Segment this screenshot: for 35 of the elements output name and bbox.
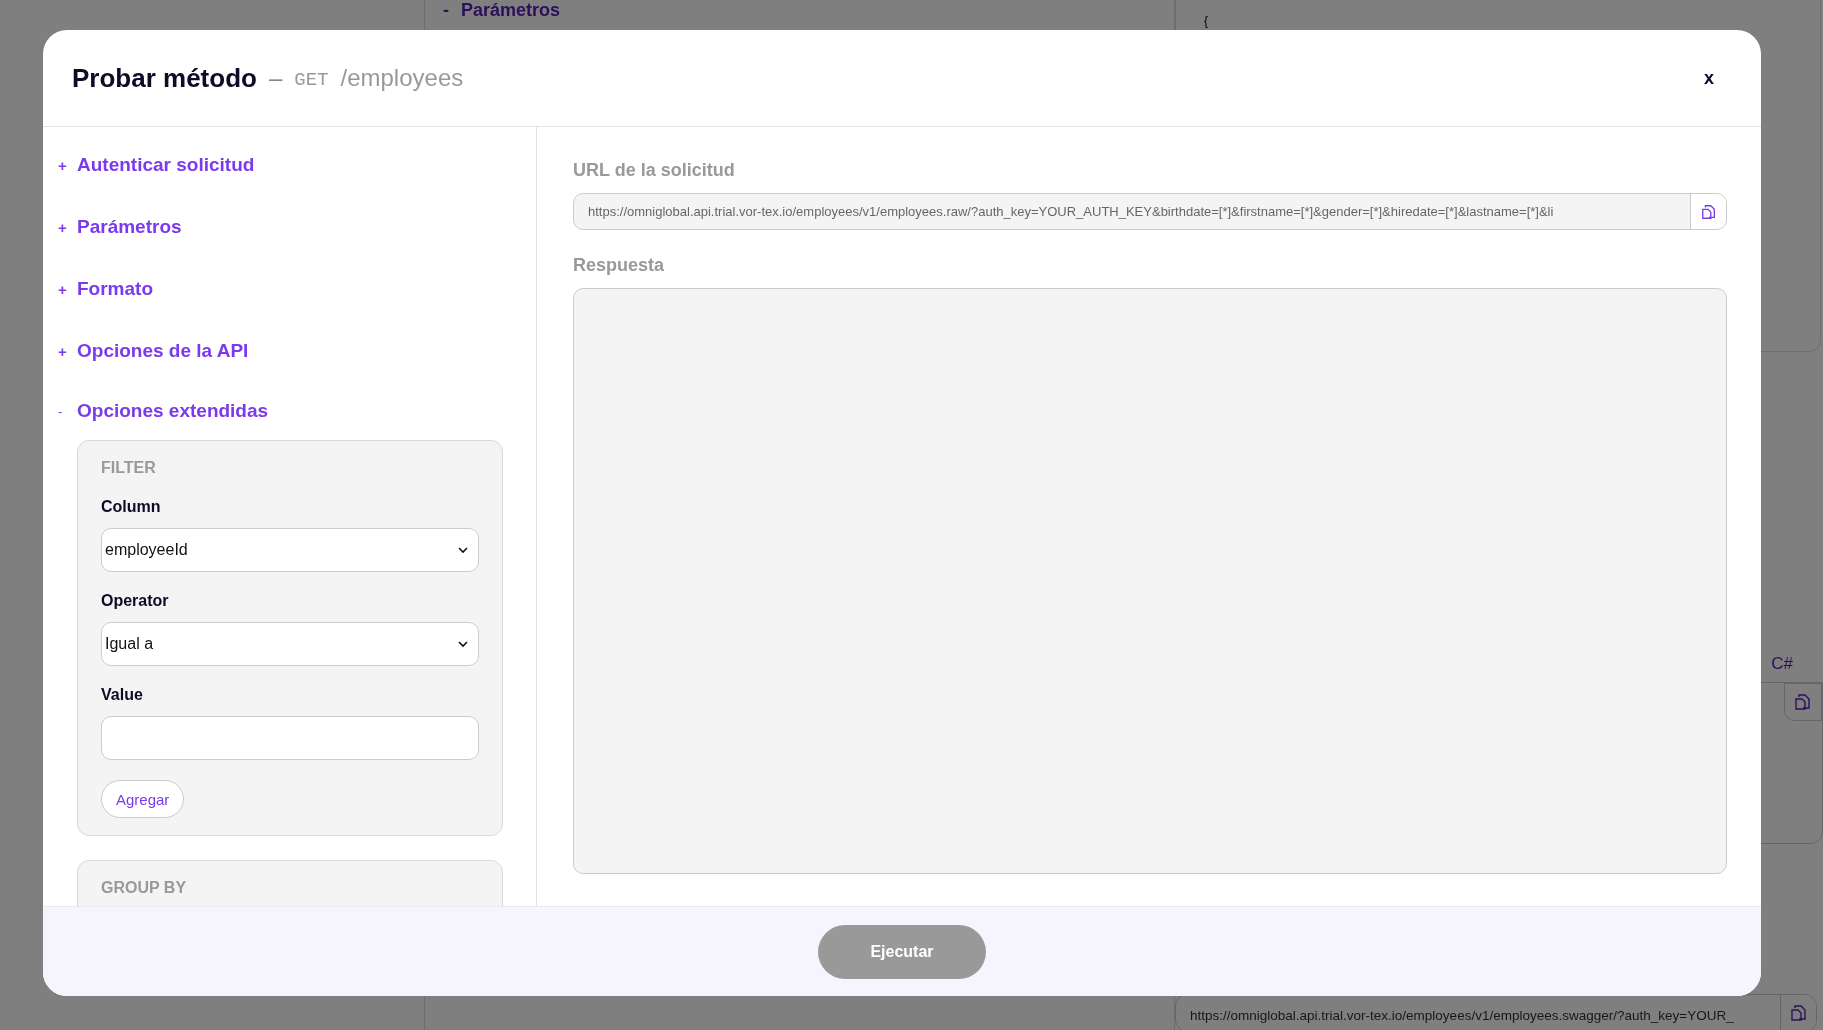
panel-title: GROUP BY [101, 879, 188, 897]
endpoint-path: /employees [340, 64, 464, 92]
url-field[interactable]: https://omniglobal.api.trial.vor-tex.io/employees/v1/employees.raw/?auth_key=YOUR_AUTH_KEY&birthdate=[*]&firstname=[*]&gender=[*]&hiredate=[*]&lastname=[*]&li [573, 193, 1727, 230]
accordion-header[interactable]: + Parámetros [58, 196, 182, 258]
accordion-header[interactable]: + Formato [58, 258, 153, 320]
accordion-header[interactable]: - Opciones extendidas [58, 382, 269, 440]
copy-icon [1700, 203, 1717, 220]
add-button[interactable]: Agregar [101, 780, 185, 818]
copy-icon [1789, 1004, 1808, 1022]
dropdown[interactable]: employeeId [101, 528, 479, 572]
copy-button[interactable] [1690, 194, 1726, 229]
field-label: Respuesta [573, 255, 666, 276]
section-heading[interactable]: Parámetros [461, 0, 561, 21]
panel-title: FILTER [101, 459, 157, 477]
copy-icon [1794, 693, 1812, 711]
input-field[interactable] [101, 716, 479, 760]
chevron-down-icon [458, 546, 468, 554]
copy-button[interactable] [1784, 683, 1822, 721]
language-tab[interactable]: C# [1771, 654, 1793, 674]
copy-button[interactable] [1780, 995, 1816, 1030]
http-method: GET [294, 69, 329, 91]
field-label: Value [101, 686, 144, 704]
close-button[interactable]: x [1696, 63, 1722, 93]
separator-dash: – [268, 64, 283, 92]
collapse-marker: - [443, 0, 449, 21]
accordion-header[interactable]: + Opciones de la API [58, 320, 249, 382]
accordion-header[interactable]: + Autenticar solicitud [58, 134, 255, 196]
field-label: Operator [101, 592, 170, 610]
code-text: { [1204, 14, 1208, 28]
chevron-down-icon [458, 640, 468, 648]
field-label: URL de la solicitud [573, 160, 736, 181]
dropdown[interactable]: Igual a [101, 622, 479, 666]
url-text: https://omniglobal.api.trial.vor-tex.io/employees/v1/employees.swagger/?auth_key=YOUR_ [1189, 1008, 1735, 1025]
dialog-title: Probar método [72, 62, 257, 94]
field-label: Column [101, 498, 162, 516]
